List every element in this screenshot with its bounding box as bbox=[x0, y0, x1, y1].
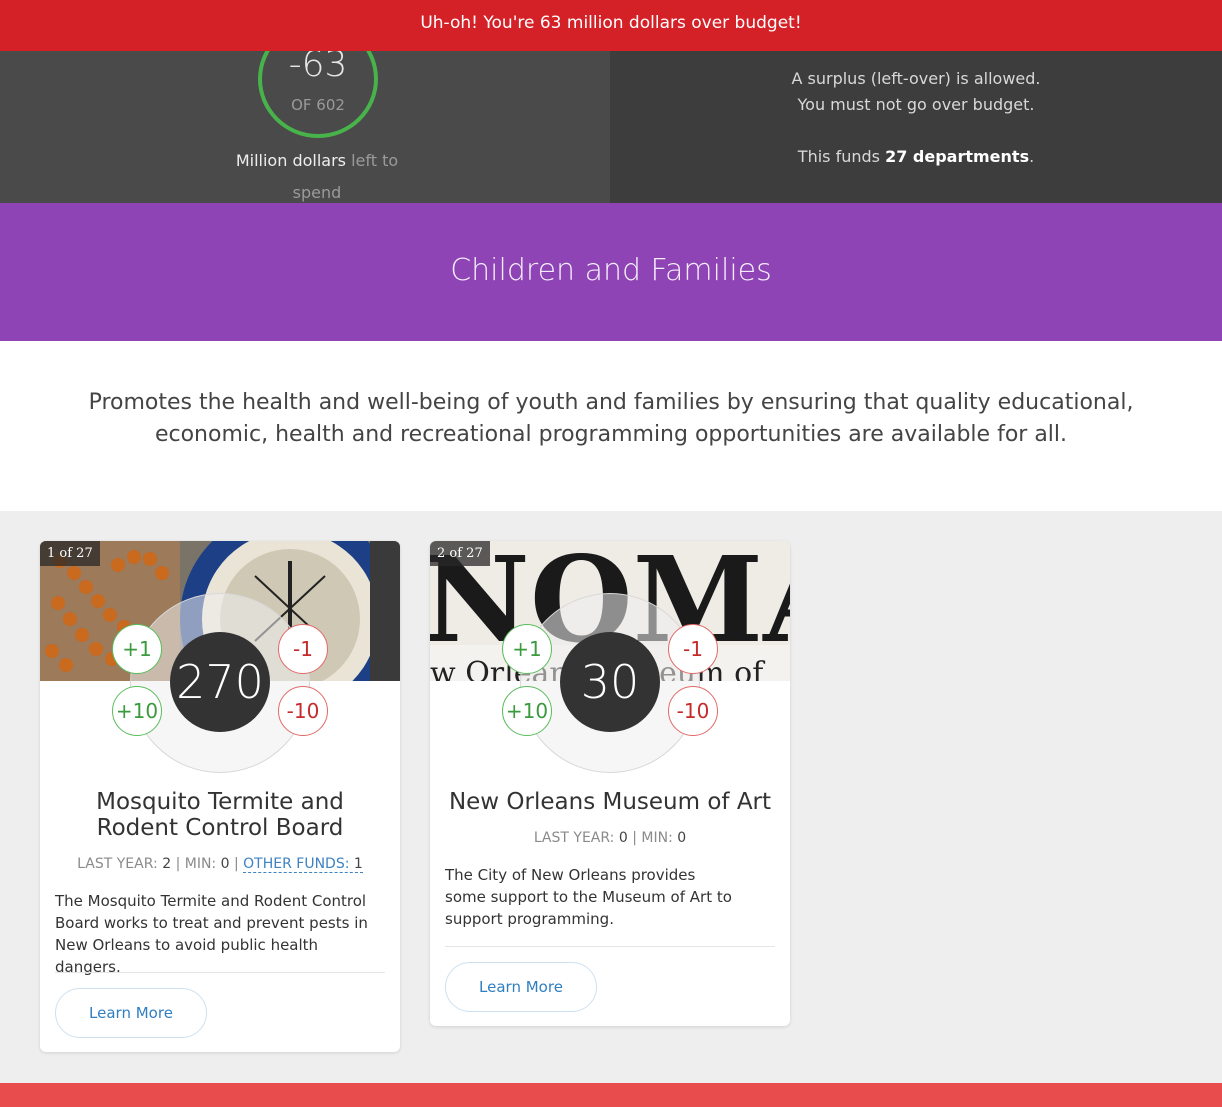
funds-count: 27 departments bbox=[885, 147, 1030, 166]
card-divider bbox=[55, 972, 385, 973]
learn-more-button[interactable]: Learn More bbox=[445, 962, 597, 1012]
increment-1-button[interactable]: +1 bbox=[112, 624, 162, 674]
other-funds-link[interactable]: OTHER FUNDS: 1 bbox=[243, 856, 363, 873]
next-category-bar bbox=[0, 1083, 1222, 1107]
decrement-10-button[interactable]: -10 bbox=[668, 686, 718, 736]
department-meta: LAST YEAR: 0 | MIN: 0 bbox=[533, 830, 687, 846]
increment-1-button[interactable]: +1 bbox=[502, 624, 552, 674]
budget-total-label: OF 602 bbox=[291, 96, 345, 114]
rules-surplus: A surplus (left-over) is allowed. bbox=[791, 69, 1041, 88]
budget-caption: Million dollars left to spend bbox=[217, 145, 417, 209]
min-label: MIN: bbox=[184, 856, 217, 872]
allocation-amount: 30 bbox=[560, 632, 660, 732]
department-description: The City of New Orleans provides some su… bbox=[445, 866, 732, 928]
increment-10-button[interactable]: +10 bbox=[112, 686, 162, 736]
department-card: NOMA w Orleans Museum of 2 of 27 30 +1 -… bbox=[430, 541, 790, 1026]
other-funds-value: 1 bbox=[353, 856, 363, 872]
last-year-value: 0 bbox=[618, 830, 628, 846]
learn-more-button[interactable]: Learn More bbox=[55, 988, 207, 1038]
last-year-label: LAST YEAR: bbox=[533, 830, 615, 846]
rules-no-overspend: You must not go over budget. bbox=[797, 95, 1035, 114]
category-title: Children and Families bbox=[450, 253, 772, 288]
card-position-badge: 1 of 27 bbox=[40, 541, 100, 566]
category-header: Children and Families bbox=[0, 203, 1222, 341]
funds-prefix: This funds bbox=[797, 147, 880, 166]
category-description: Promotes the health and well-being of yo… bbox=[88, 390, 1134, 447]
allocation-amount: 270 bbox=[170, 632, 270, 732]
other-funds-label: OTHER FUNDS: bbox=[243, 856, 350, 872]
decrement-1-button[interactable]: -1 bbox=[278, 624, 328, 674]
card-position-badge: 2 of 27 bbox=[430, 541, 490, 566]
over-budget-alert: Uh-oh! You're 63 million dollars over bu… bbox=[0, 0, 1222, 51]
decrement-10-button[interactable]: -10 bbox=[278, 686, 328, 736]
budget-caption-unit: Million dollars bbox=[235, 151, 346, 170]
decrement-1-button[interactable]: -1 bbox=[668, 624, 718, 674]
department-meta: LAST YEAR: 2 | MIN: 0 | OTHER FUNDS: 1 bbox=[77, 856, 363, 873]
last-year-label: LAST YEAR: bbox=[77, 856, 158, 872]
increment-10-button[interactable]: +10 bbox=[502, 686, 552, 736]
min-value: 0 bbox=[677, 830, 687, 846]
card-divider bbox=[445, 946, 775, 947]
department-title: Mosquito Termite and Rodent Control Boar… bbox=[96, 789, 344, 841]
department-description: The Mosquito Termite and Rodent Control … bbox=[55, 892, 368, 976]
funds-suffix: . bbox=[1029, 147, 1035, 166]
rules-department-count: This funds 27 departments. bbox=[610, 147, 1222, 166]
department-card: 1 of 27 270 +1 -1 +10 -10 Mosquito Termi… bbox=[40, 541, 400, 1052]
category-description-section: Promotes the health and well-being of yo… bbox=[0, 341, 1222, 511]
min-label: MIN: bbox=[641, 830, 673, 846]
min-value: 0 bbox=[220, 856, 230, 872]
last-year-value: 2 bbox=[162, 856, 172, 872]
department-title: New Orleans Museum of Art bbox=[448, 789, 772, 815]
